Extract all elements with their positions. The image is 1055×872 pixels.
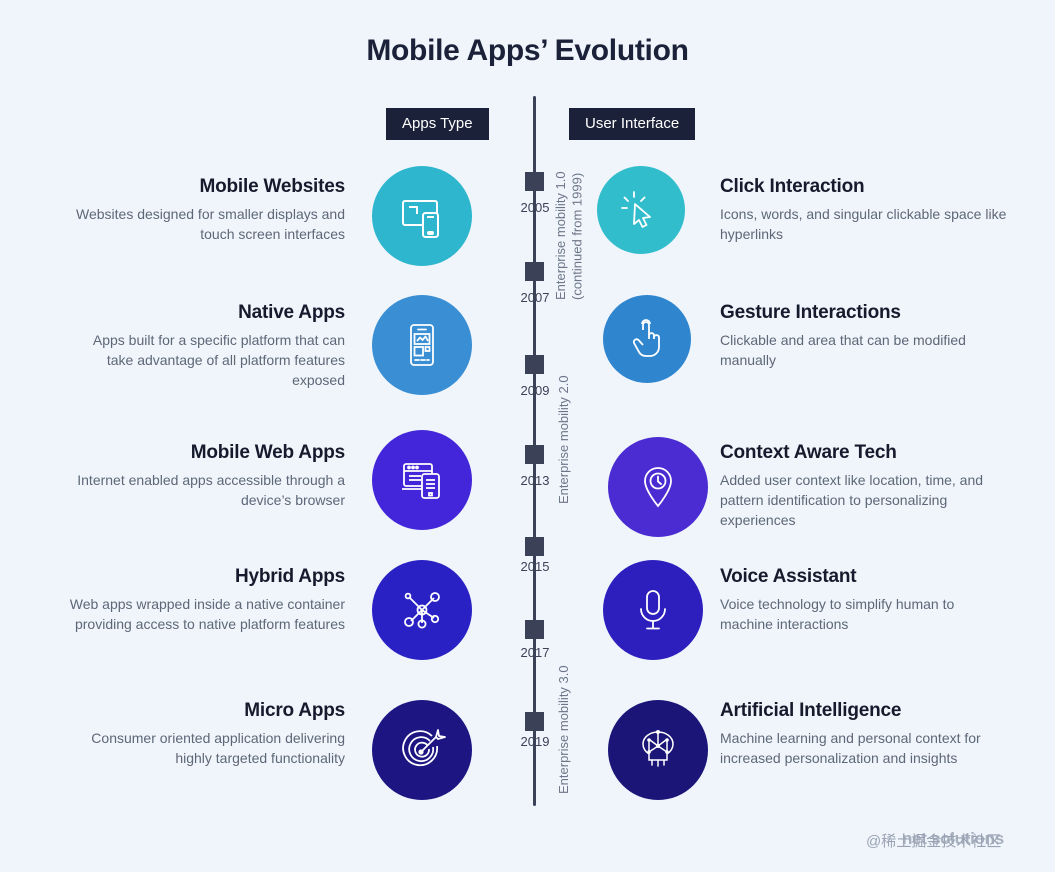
location-pin-icon [633, 462, 683, 512]
icon-circle-browser-tablet[interactable] [372, 430, 472, 530]
browser-tablet-icon [396, 454, 448, 506]
right-item-title-2: Gesture Interactions [720, 302, 901, 323]
left-text-block-4: Hybrid Apps Web apps wrapped inside a na… [65, 566, 345, 635]
network-nodes-icon [396, 584, 448, 636]
left-item-desc-2: Apps built for a specific platform that … [92, 331, 345, 388]
timeline-tick-2009 [525, 355, 544, 374]
timeline-tick-2005 [525, 172, 544, 191]
right-item-desc-3: Added user context like location, time, … [720, 471, 984, 528]
right-item-title-5: Artificial Intelligence [720, 700, 902, 721]
right-item-title-4: Voice Assistant [720, 566, 857, 587]
cursor-click-icon [618, 187, 664, 233]
icon-circle-cursor-click[interactable] [597, 166, 685, 254]
timeline-tick-2017 [525, 620, 544, 639]
timeline-tick-2013 [525, 445, 544, 464]
left-item-desc-1: Websites designed for smaller displays a… [76, 205, 345, 242]
left-item-desc-4: Web apps wrapped inside a native contain… [69, 595, 345, 632]
phase-label-enterprise-mobility-1: Enterprise mobility 1.0 (continued from … [553, 171, 585, 301]
left-text-block-3: Mobile Web Apps Internet enabled apps ac… [65, 442, 345, 511]
timeline-year-2017: 2017 [520, 645, 550, 660]
watermark-community: @稀土掘金技术社区 [866, 833, 1002, 850]
icon-circle-network-nodes[interactable] [372, 560, 472, 660]
icon-circle-monitor-phone[interactable] [372, 166, 472, 266]
phase-label-enterprise-mobility-3: Enterprise mobility 3.0 [556, 665, 571, 795]
icon-circle-ai-brain[interactable] [608, 700, 708, 800]
icon-circle-tap-hand[interactable] [603, 295, 691, 383]
timeline-year-2015: 2015 [520, 559, 550, 574]
infographic-canvas: Mobile Apps’ Evolution Apps Type User In… [0, 0, 1055, 872]
right-text-block-4: Voice Assistant Voice technology to simp… [720, 566, 1010, 635]
right-item-title-3: Context Aware Tech [720, 442, 897, 463]
right-item-desc-1: Icons, words, and singular clickable spa… [720, 205, 1007, 242]
target-dart-icon [396, 724, 448, 776]
microphone-icon [628, 585, 678, 635]
timeline-tick-2015 [525, 537, 544, 556]
left-item-title-4: Hybrid Apps [234, 566, 345, 587]
timeline-tick-2007 [525, 262, 544, 281]
right-item-desc-5: Machine learning and personal context fo… [720, 729, 981, 766]
right-text-block-2: Gesture Interactions Clickable and area … [720, 302, 1010, 371]
icon-circle-smartphone-app[interactable] [372, 295, 472, 395]
badge-user-interface: User Interface [569, 108, 696, 140]
phase-label-enterprise-mobility-2: Enterprise mobility 2.0 [556, 375, 571, 505]
left-item-title-3: Mobile Web Apps [190, 442, 345, 463]
left-item-title-5: Micro Apps [244, 700, 345, 721]
right-text-block-5: Artificial Intelligence Machine learning… [720, 700, 1010, 769]
left-item-desc-3: Internet enabled apps accessible through… [77, 471, 345, 508]
monitor-phone-icon [396, 190, 448, 242]
icon-circle-microphone[interactable] [603, 560, 703, 660]
left-text-block-1: Mobile Websites Websites designed for sm… [65, 176, 345, 245]
right-text-block-3: Context Aware Tech Added user context li… [720, 442, 1010, 530]
page-title: Mobile Apps’ Evolution [366, 34, 689, 67]
right-item-title-1: Click Interaction [720, 176, 865, 197]
left-item-desc-5: Consumer oriented application delivering… [91, 729, 345, 766]
icon-circle-location-pin[interactable] [608, 437, 708, 537]
smartphone-app-icon [397, 320, 447, 370]
ai-brain-icon [632, 724, 684, 776]
timeline-tick-2019 [525, 712, 544, 731]
left-text-block-2: Native Apps Apps built for a specific pl… [65, 302, 345, 390]
right-item-desc-4: Voice technology to simplify human to ma… [720, 595, 955, 632]
left-item-title-1: Mobile Websites [199, 176, 345, 197]
left-item-title-2: Native Apps [238, 302, 345, 323]
icon-circle-target-dart[interactable] [372, 700, 472, 800]
right-text-block-1: Click Interaction Icons, words, and sing… [720, 176, 1010, 245]
right-item-desc-2: Clickable and area that can be modified … [720, 331, 966, 368]
badge-apps-type: Apps Type [386, 108, 489, 140]
tap-hand-icon [624, 316, 670, 362]
left-text-block-5: Micro Apps Consumer oriented application… [65, 700, 345, 769]
